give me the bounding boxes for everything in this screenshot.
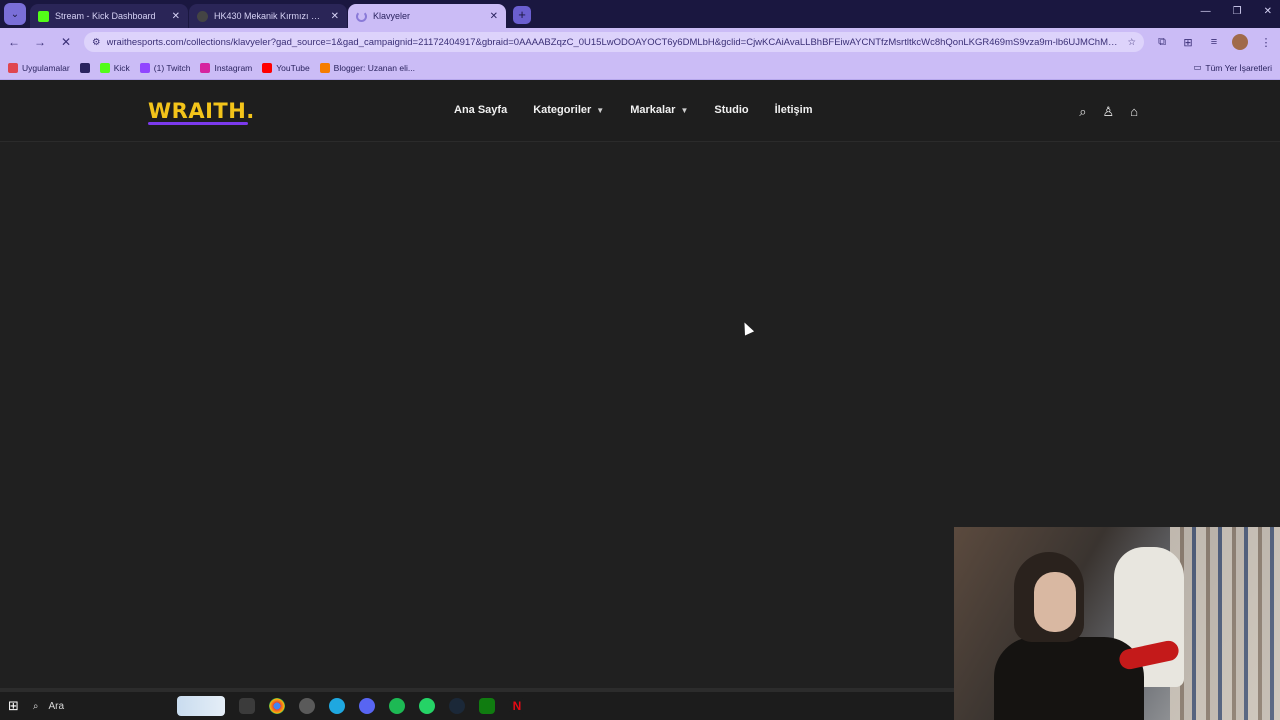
kick-icon [99,62,110,73]
nav-home[interactable]: Ana Sayfa [454,104,507,116]
site-favicon-icon [197,10,208,22]
chevron-down-icon: ▼ [680,106,689,115]
instagram-icon [200,62,211,73]
restore-icon[interactable]: ❐ [1233,6,1242,17]
bookmark-label: Instagram [214,62,253,73]
nav-brands[interactable]: Markalar ▼ [630,104,688,116]
close-tab-icon[interactable]: ✕ [172,11,180,22]
search-icon: ⌕ [32,700,39,712]
search-icon[interactable]: ⌕ [1079,104,1086,120]
browser-toolbar: ← → ✕ ⚙ wraithesports.com/collections/kl… [0,28,1280,56]
bookmark-grid[interactable] [79,62,90,73]
app-icon[interactable] [298,698,315,714]
bookmark-label: (1) Twitch [153,62,191,73]
whatsapp-icon[interactable] [418,698,435,714]
bookmark-label: Blogger: Uzanan eli... [333,62,415,73]
new-tab-button[interactable]: + [513,6,531,24]
bookmark-kick[interactable]: Kick [99,62,130,73]
os-taskbar: ⊞ ⌕ Ara N [0,692,954,720]
bookmark-apps[interactable]: Uygulamalar [8,62,70,73]
close-window-icon[interactable]: ✕ [1264,6,1272,17]
nav-label: İletişim [774,104,813,116]
close-tab-icon[interactable]: ✕ [331,11,339,22]
logo-underline [148,122,248,125]
nav-label: Studio [714,104,749,116]
bookmark-twitch[interactable]: (1) Twitch [139,62,191,73]
extensions-icon[interactable]: ⊞ [1180,36,1196,49]
youtube-icon [262,62,273,73]
folder-icon: ▭ [1193,62,1202,72]
translate-icon[interactable]: ⧉ [1154,36,1170,49]
nav-label: Kategoriler [533,104,592,116]
discord-icon[interactable] [358,698,375,714]
media-controls-icon[interactable]: ≡ [1206,36,1222,48]
site-info-icon[interactable]: ⚙ [92,37,101,48]
header-actions: ⌕ ♙ ⌂ [1079,104,1138,120]
site-header: WRAITH. Ana Sayfa Kategoriler ▼ Markalar ▼… [0,80,1280,142]
nav-label: Ana Sayfa [454,104,508,116]
bookmark-label: Kick [113,62,130,73]
bookmark-blogger[interactable]: Blogger: Uzanan eli... [319,62,415,73]
chevron-down-icon: ▼ [596,106,605,115]
close-tab-icon[interactable]: ✕ [490,11,498,22]
browser-tab[interactable]: Stream - Kick Dashboard ✕ [30,4,188,28]
edge-icon[interactable] [328,698,345,714]
back-arrow-icon[interactable]: ← [6,35,22,49]
search-highlight-image[interactable] [176,696,225,716]
taskbar-search[interactable]: ⌕ Ara [33,692,163,720]
apps-grid-icon [8,62,18,73]
bookmark-label: YouTube [276,62,310,73]
account-icon[interactable]: ♙ [1102,104,1114,120]
tab-title: Stream - Kick Dashboard [55,11,156,21]
profile-avatar[interactable] [1232,34,1248,50]
tab-title: HK430 Mekanik Kırmızı Switch [214,11,325,21]
steam-icon[interactable] [448,698,465,714]
streamer-body [994,637,1144,720]
address-bar[interactable]: ⚙ wraithesports.com/collections/klavyele… [84,32,1144,52]
all-bookmarks[interactable]: ▭ Tüm Yer İşaretleri [1193,62,1272,73]
nav-categories[interactable]: Kategoriler ▼ [533,104,604,116]
bookmark-youtube[interactable]: YouTube [262,62,310,73]
all-bookmarks-label: Tüm Yer İşaretleri [1205,62,1272,73]
browser-tab-strip: ⌄ Stream - Kick Dashboard ✕ HK430 Mekani… [0,0,1280,28]
main-nav: Ana Sayfa Kategoriler ▼ Markalar ▼ Studio … [454,104,813,116]
tab-title: Klavyeler [373,11,411,21]
address-url: wraithesports.com/collections/klavyeler?… [106,36,1122,48]
nav-studio[interactable]: Studio [714,104,748,116]
bookmark-instagram[interactable]: Instagram [200,62,253,73]
bookmarks-bar: Uygulamalar Kick (1) Twitch Instagram Yo… [0,56,1280,80]
cart-icon[interactable]: ⌂ [1130,104,1138,120]
grid-icon [79,62,90,73]
bookmark-star-icon[interactable]: ☆ [1127,37,1136,48]
window-controls: — ❐ ✕ [1201,6,1272,17]
bookmark-label: Uygulamalar [22,62,70,73]
tab-search-chevron-icon[interactable]: ⌄ [4,3,26,25]
loading-spinner-icon [356,10,367,22]
forward-arrow-icon[interactable]: → [32,35,48,49]
browser-tab-active[interactable]: Klavyeler ✕ [348,4,506,28]
taskbar-search-label: Ara [48,700,65,712]
twitch-icon [139,62,150,73]
site-logo[interactable]: WRAITH. [148,99,255,123]
browser-tab[interactable]: HK430 Mekanik Kırmızı Switch ✕ [189,4,347,28]
xbox-icon[interactable] [478,698,495,714]
nav-contact[interactable]: İletişim [775,104,813,116]
background-shelf [1170,527,1280,720]
netflix-icon[interactable]: N [508,698,525,714]
task-view-icon[interactable] [238,698,255,714]
chrome-icon[interactable] [268,698,285,714]
browser-menu-icon[interactable]: ⋮ [1258,36,1274,49]
kick-favicon-icon [38,10,49,22]
spotify-icon[interactable] [388,698,405,714]
windows-start-icon[interactable]: ⊞ [8,698,19,714]
streamer-face [1034,572,1076,632]
webcam-overlay [954,527,1280,720]
minimize-icon[interactable]: — [1201,6,1211,17]
nav-label: Markalar [630,104,676,116]
stop-loading-icon[interactable]: ✕ [58,35,74,49]
blogger-icon [319,62,330,73]
